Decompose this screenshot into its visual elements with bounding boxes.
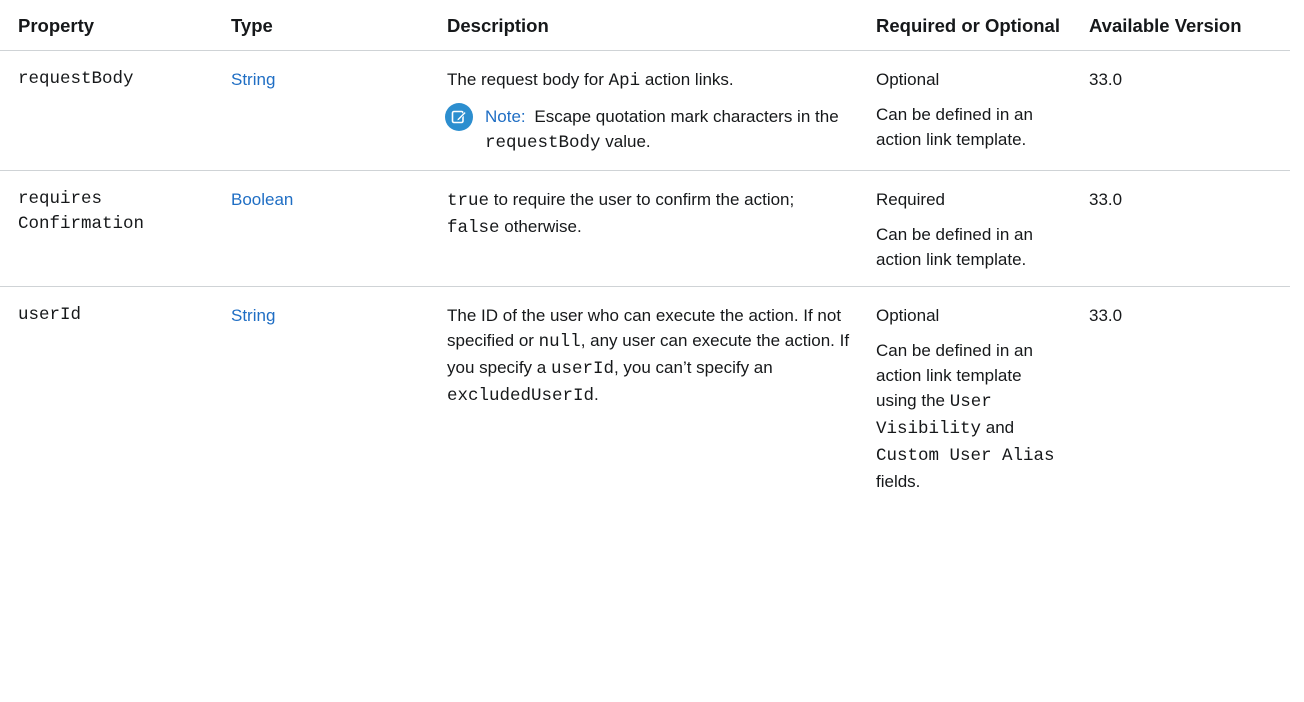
description-text: The request body for Api action links. <box>447 67 850 94</box>
property-name: userId <box>18 305 82 325</box>
edit-pencil-icon <box>445 103 473 131</box>
cell-version: 33.0 <box>1071 50 1290 171</box>
required-detail: Can be defined in an action link templat… <box>876 338 1063 494</box>
cell-version: 33.0 <box>1089 306 1123 325</box>
required-detail: Can be defined in an action link templat… <box>876 225 1033 269</box>
cell-version: 33.0 <box>1071 170 1290 287</box>
required-status: Optional <box>876 70 940 89</box>
type-link[interactable]: Boolean <box>231 190 293 209</box>
description-fragment: to require the user to confirm the actio… <box>489 190 795 209</box>
cell-description: true to require the user to confirm the … <box>429 170 858 287</box>
header-description: Description <box>429 0 858 51</box>
code-userid: userId <box>550 359 614 379</box>
description-fragment: otherwise. <box>499 217 582 236</box>
detail-fragment: fields. <box>876 472 921 491</box>
header-available-version: Available Version <box>1071 0 1290 51</box>
table-row: userId String The ID of the user who can… <box>0 287 1290 509</box>
header-required-or-optional: Required or Optional <box>858 0 1071 51</box>
document-page: Property Type Description Required or Op… <box>0 0 1304 702</box>
header-property: Property <box>0 0 213 51</box>
note-fragment: Escape quotation mark characters in the <box>534 107 839 126</box>
description-fragment: , you can’t specify an <box>613 358 773 377</box>
header-type: Type <box>213 0 429 51</box>
code-excludeduserid: excludedUserId <box>447 386 595 406</box>
description-text: true to require the user to confirm the … <box>447 187 850 241</box>
cell-required: Required Can be defined in an action lin… <box>858 170 1071 287</box>
description-fragment: action links. <box>640 70 734 89</box>
cell-property: userId <box>0 287 213 509</box>
property-name-line: requires <box>18 189 103 209</box>
code-null: null <box>538 332 581 352</box>
cell-type: Boolean <box>213 170 429 287</box>
required-status: Optional <box>876 306 940 325</box>
cell-description: The ID of the user who can execute the a… <box>429 287 858 509</box>
property-name: requestBody <box>18 69 134 89</box>
note-label: Note: <box>485 107 526 126</box>
required-detail: Can be defined in an action link templat… <box>876 105 1033 149</box>
note-fragment: value. <box>600 132 651 151</box>
code-api: Api <box>608 71 641 91</box>
table-row: requestBody String The request body for … <box>0 50 1290 171</box>
property-name-line: Confirmation <box>18 214 145 234</box>
cell-property: requires Confirmation <box>0 170 213 287</box>
detail-fragment: and <box>981 418 1015 437</box>
cell-property: requestBody <box>0 50 213 171</box>
type-link[interactable]: String <box>231 70 275 89</box>
required-status: Required <box>876 190 945 209</box>
code-requestbody: requestBody <box>485 133 601 153</box>
table-row: requires Confirmation Boolean true to re… <box>0 170 1290 287</box>
note-callout: Note: Escape quotation mark characters i… <box>445 103 850 156</box>
cell-description: The request body for Api action links. N… <box>429 50 858 171</box>
cell-required: Optional Can be defined in an action lin… <box>858 50 1071 171</box>
type-link[interactable]: String <box>231 306 275 325</box>
description-fragment: The request body for <box>447 70 609 89</box>
code-false: false <box>447 218 500 238</box>
cell-type: String <box>213 50 429 171</box>
code-true: true <box>447 191 490 211</box>
note-body: Note: Escape quotation mark characters i… <box>485 104 850 156</box>
cell-required: Optional Can be defined in an action lin… <box>858 287 1071 509</box>
cell-type: String <box>213 287 429 509</box>
description-text: The ID of the user who can execute the a… <box>447 303 850 409</box>
table-header-row: Property Type Description Required or Op… <box>0 0 1290 51</box>
description-fragment: . <box>594 385 599 404</box>
code-custom-user-alias: Custom User Alias <box>876 446 1055 466</box>
properties-table: Property Type Description Required or Op… <box>0 0 1290 508</box>
